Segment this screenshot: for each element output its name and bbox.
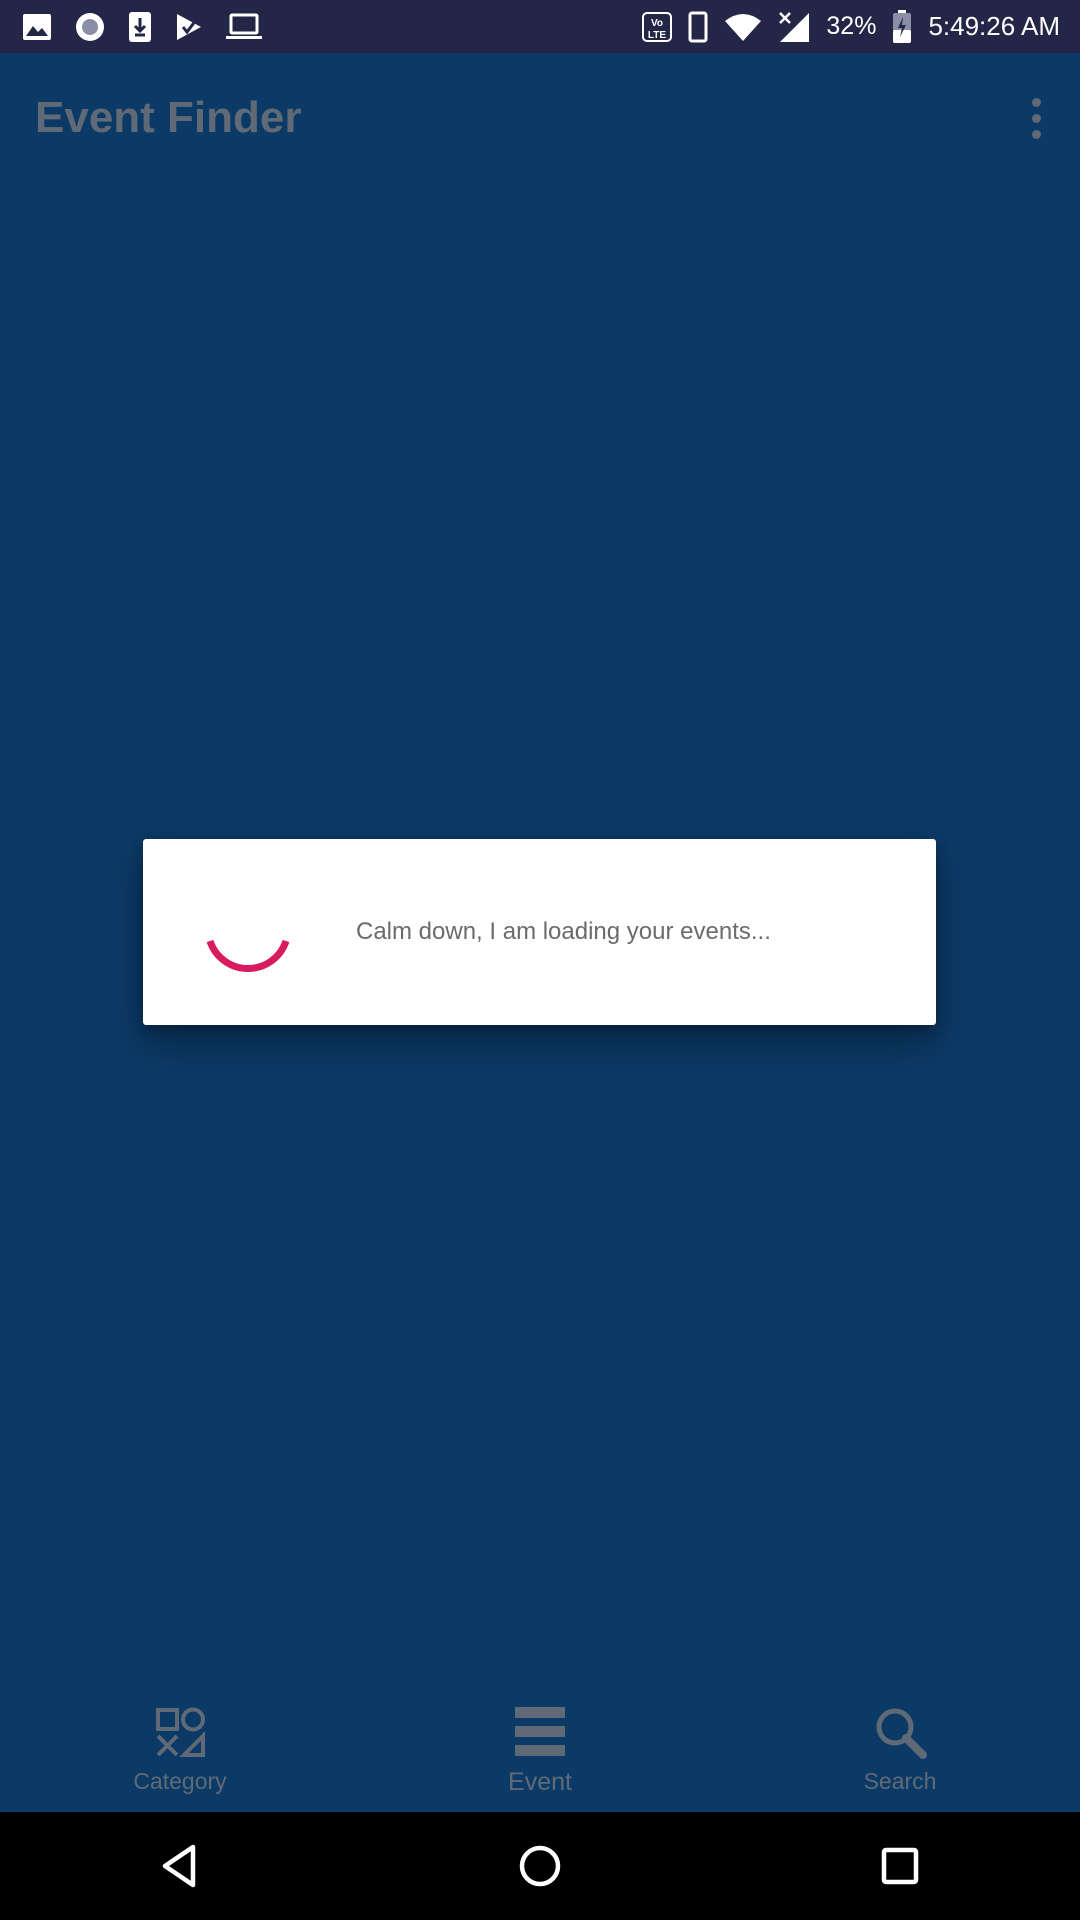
svg-text:LTE: LTE bbox=[648, 30, 666, 41]
nav-item-category[interactable]: Category bbox=[0, 1680, 360, 1812]
app-bar: Event Finder bbox=[0, 53, 1080, 183]
nav-label-event: Event bbox=[508, 1768, 572, 1796]
list-icon bbox=[515, 1707, 565, 1756]
battery-percent: 32% bbox=[826, 12, 877, 40]
svg-text:Vo: Vo bbox=[651, 18, 663, 29]
system-navigation-bar bbox=[0, 1812, 1080, 1920]
laptop-icon bbox=[226, 13, 262, 41]
nav-item-search[interactable]: Search bbox=[720, 1680, 1080, 1812]
loading-message: Calm down, I am loading your events... bbox=[356, 918, 771, 945]
signal-icon bbox=[778, 11, 810, 43]
bottom-navigation: Category Event Search bbox=[0, 1680, 1080, 1812]
recents-button[interactable] bbox=[860, 1826, 940, 1906]
menu-dot bbox=[1031, 113, 1041, 123]
status-time: 5:49:26 AM bbox=[928, 11, 1060, 41]
volte-icon: Vo LTE bbox=[642, 11, 673, 43]
gallery-icon bbox=[22, 13, 52, 41]
recents-icon bbox=[881, 1847, 919, 1885]
menu-dot bbox=[1031, 97, 1041, 107]
home-icon bbox=[519, 1845, 561, 1887]
download-icon bbox=[128, 11, 152, 43]
wifi-icon bbox=[724, 12, 762, 42]
search-icon bbox=[876, 1708, 927, 1759]
more-vert-icon[interactable] bbox=[1016, 78, 1056, 158]
record-icon bbox=[74, 11, 106, 43]
play-store-icon bbox=[174, 12, 204, 42]
nav-label-category: Category bbox=[133, 1768, 227, 1794]
loading-dialog: Calm down, I am loading your events... bbox=[143, 839, 936, 1025]
phone-icon bbox=[688, 11, 708, 43]
loading-spinner-icon bbox=[206, 939, 290, 973]
status-right: Vo LTE 32% 5:49:26 AM bbox=[626, 9, 1060, 44]
status-bar: Vo LTE 32% 5:49:26 AM bbox=[0, 0, 1080, 53]
nav-item-event[interactable]: Event bbox=[360, 1680, 720, 1812]
home-button[interactable] bbox=[500, 1826, 580, 1906]
back-icon bbox=[162, 1844, 196, 1888]
app-title: Event Finder bbox=[35, 93, 302, 142]
nav-label-search: Search bbox=[863, 1768, 937, 1794]
back-button[interactable] bbox=[140, 1826, 220, 1906]
category-icon bbox=[156, 1707, 205, 1757]
status-left bbox=[22, 11, 284, 43]
menu-dot bbox=[1031, 129, 1041, 139]
battery-icon bbox=[892, 9, 912, 44]
